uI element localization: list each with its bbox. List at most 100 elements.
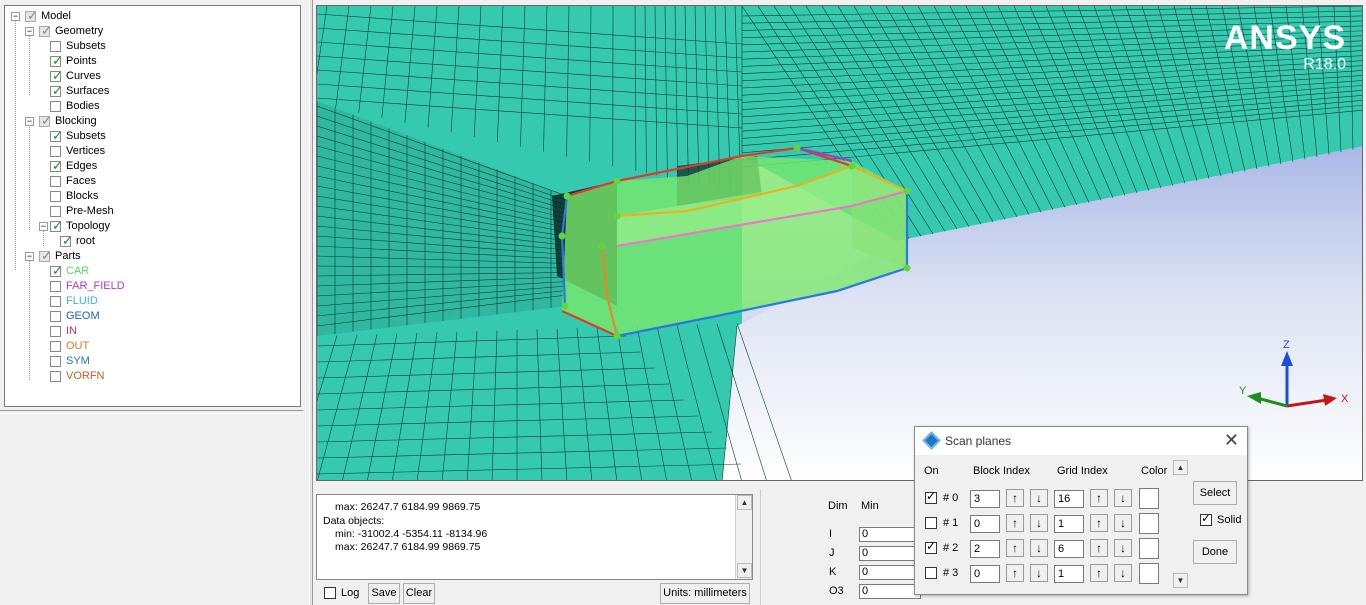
plane-on-checkbox[interactable]: ✓: [925, 489, 937, 504]
grid-down-icon[interactable]: ↓: [1114, 564, 1132, 582]
tree-item[interactable]: IN: [5, 324, 295, 339]
plane-color-swatch[interactable]: [1139, 563, 1159, 584]
tree-item[interactable]: VORFN: [5, 369, 295, 384]
grid-up-icon[interactable]: ↑: [1090, 489, 1108, 507]
block-index-field[interactable]: 3: [970, 490, 1000, 508]
tree-item[interactable]: Pre-Mesh: [5, 204, 295, 219]
block-up-icon[interactable]: ↑: [1006, 564, 1024, 582]
solid-checkbox[interactable]: ✓: [1200, 511, 1212, 526]
tree-checkbox[interactable]: [50, 326, 61, 337]
tree-item[interactable]: Bodies: [5, 99, 295, 114]
tree-checkbox[interactable]: ✓: [25, 8, 38, 23]
block-index-field[interactable]: 0: [970, 565, 1000, 583]
grid-down-icon[interactable]: ↓: [1114, 514, 1132, 532]
tree-checkbox[interactable]: ✓: [50, 53, 63, 68]
tree-checkbox[interactable]: [50, 296, 61, 307]
grid-index-field[interactable]: 1: [1054, 515, 1084, 533]
tree-checkbox[interactable]: ✓: [50, 68, 63, 83]
block-down-icon[interactable]: ↓: [1030, 514, 1048, 532]
block-up-icon[interactable]: ↑: [1006, 489, 1024, 507]
tree-item[interactable]: SYM: [5, 354, 295, 369]
tree-item[interactable]: ✓ Curves: [5, 68, 295, 84]
block-up-icon[interactable]: ↑: [1006, 514, 1024, 532]
dim-min-field[interactable]: 0: [859, 584, 921, 599]
block-up-icon[interactable]: ↑: [1006, 539, 1024, 557]
dim-min-field[interactable]: 0: [859, 546, 921, 561]
scroll-down-icon[interactable]: ▼: [737, 563, 752, 578]
plane-color-swatch[interactable]: [1139, 488, 1159, 509]
grid-index-field[interactable]: 1: [1054, 565, 1084, 583]
tree-item[interactable]: − ✓ Geometry: [5, 23, 295, 39]
grid-up-icon[interactable]: ↑: [1090, 514, 1108, 532]
tree-checkbox[interactable]: ✓: [50, 263, 63, 278]
tree-item[interactable]: GEOM: [5, 309, 295, 324]
scroll-up-icon[interactable]: ▲: [1173, 460, 1188, 475]
units-button[interactable]: Units: millimeters: [660, 583, 750, 604]
tree-checkbox[interactable]: [50, 341, 61, 352]
select-button[interactable]: Select: [1193, 481, 1237, 505]
tree-checkbox[interactable]: [50, 356, 61, 367]
tree-item[interactable]: Subsets: [5, 39, 295, 54]
grid-down-icon[interactable]: ↓: [1114, 489, 1132, 507]
tree-checkbox[interactable]: [50, 371, 61, 382]
tree-item[interactable]: − ✓ Parts: [5, 248, 295, 264]
tree-checkbox[interactable]: [50, 146, 61, 157]
tree-item[interactable]: ✓ Subsets: [5, 128, 295, 144]
tree-item[interactable]: FLUID: [5, 294, 295, 309]
block-down-icon[interactable]: ↓: [1030, 564, 1048, 582]
tree-checkbox[interactable]: ✓: [50, 83, 63, 98]
dim-min-field[interactable]: 0: [859, 565, 921, 580]
tree-item[interactable]: FAR_FIELD: [5, 279, 295, 294]
block-index-field[interactable]: 0: [970, 515, 1000, 533]
tree-checkbox[interactable]: ✓: [39, 113, 52, 128]
clear-button[interactable]: Clear: [403, 583, 435, 604]
tree-checkbox[interactable]: [50, 191, 61, 202]
tree-checkbox[interactable]: [50, 206, 61, 217]
message-scrollbar[interactable]: ▲ ▼: [735, 495, 752, 579]
save-button[interactable]: Save: [368, 583, 400, 604]
tree-checkbox[interactable]: [50, 176, 61, 187]
tree-item[interactable]: ✓ Points: [5, 53, 295, 69]
scroll-down-icon[interactable]: ▼: [1173, 573, 1188, 588]
tree-checkbox[interactable]: ✓: [60, 233, 73, 248]
grid-up-icon[interactable]: ↑: [1090, 564, 1108, 582]
grid-index-field[interactable]: 16: [1054, 490, 1084, 508]
tree-item[interactable]: Faces: [5, 174, 295, 189]
log-checkbox[interactable]: [324, 587, 336, 599]
grid-down-icon[interactable]: ↓: [1114, 539, 1132, 557]
tree-checkbox[interactable]: [50, 311, 61, 322]
tree-item[interactable]: ✓ Edges: [5, 158, 295, 174]
tree-item[interactable]: Vertices: [5, 144, 295, 159]
plane-on-checkbox[interactable]: [925, 517, 937, 529]
tree-item[interactable]: − ✓ Topology: [5, 218, 295, 234]
tree-checkbox[interactable]: ✓: [50, 158, 63, 173]
plane-color-swatch[interactable]: [1139, 538, 1159, 559]
scroll-up-icon[interactable]: ▲: [737, 495, 752, 510]
tree-checkbox[interactable]: [50, 101, 61, 112]
tree-checkbox[interactable]: [50, 41, 61, 52]
tree-checkbox[interactable]: ✓: [50, 128, 63, 143]
tree-checkbox[interactable]: ✓: [39, 248, 52, 263]
tree-checkbox[interactable]: ✓: [50, 218, 63, 233]
dialog-scrollbar[interactable]: ▲ ▼: [1173, 460, 1189, 588]
tree-item[interactable]: ✓ root: [5, 233, 295, 249]
grid-index-field[interactable]: 6: [1054, 540, 1084, 558]
block-index-field[interactable]: 2: [970, 540, 1000, 558]
tree-item[interactable]: OUT: [5, 339, 295, 354]
plane-on-checkbox[interactable]: ✓: [925, 539, 937, 554]
tree-checkbox[interactable]: [50, 281, 61, 292]
tree-checkbox[interactable]: ✓: [39, 23, 52, 38]
plane-on-checkbox[interactable]: [925, 567, 937, 579]
graphics-viewport[interactable]: Z X Y ANSYS R18.0: [316, 5, 1363, 481]
plane-color-swatch[interactable]: [1139, 513, 1159, 534]
tree-item[interactable]: − ✓ Model: [5, 8, 295, 24]
tree-item[interactable]: ✓ Surfaces: [5, 83, 295, 99]
tree-item[interactable]: Blocks: [5, 189, 295, 204]
close-icon[interactable]: ✕: [1224, 430, 1239, 451]
dim-min-field[interactable]: 0: [859, 527, 921, 542]
dialog-titlebar[interactable]: Scan planes ✕: [915, 427, 1247, 455]
block-down-icon[interactable]: ↓: [1030, 539, 1048, 557]
block-down-icon[interactable]: ↓: [1030, 489, 1048, 507]
tree-item[interactable]: − ✓ Blocking: [5, 113, 295, 129]
done-button[interactable]: Done: [1193, 540, 1237, 564]
